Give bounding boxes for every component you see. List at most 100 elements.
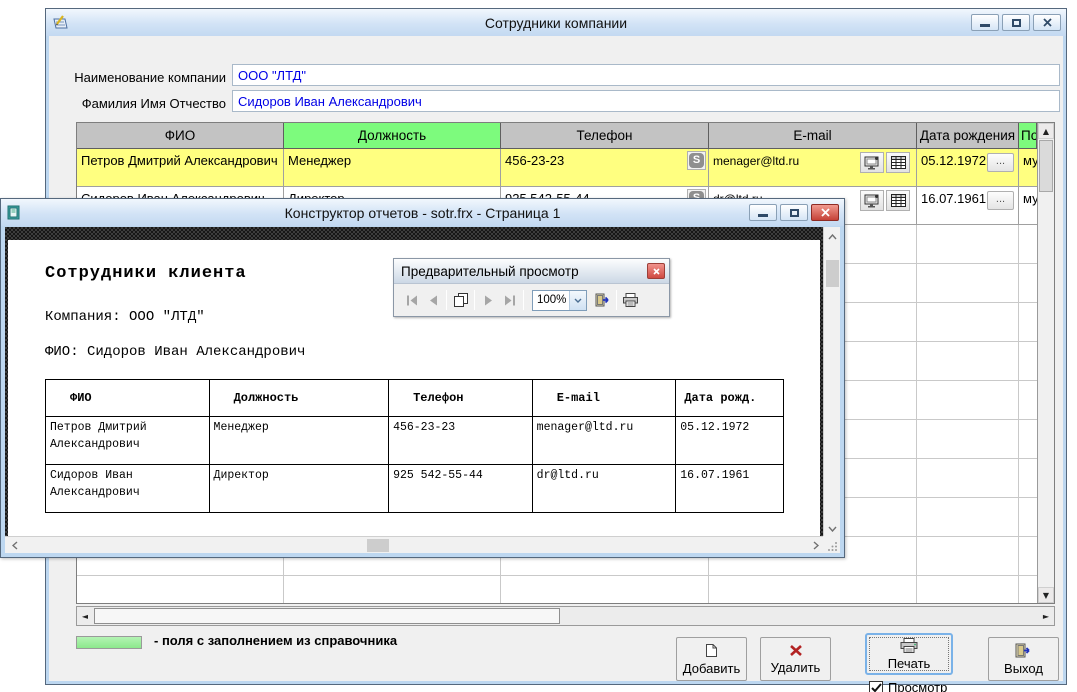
next-page-button[interactable]: [478, 289, 499, 311]
report-col-phone: Телефон: [389, 380, 533, 416]
scroll-right-button[interactable]: [808, 537, 823, 553]
scroll-left-button[interactable]: ◄: [77, 607, 93, 625]
report-minimize-button[interactable]: [749, 204, 777, 221]
maximize-button[interactable]: [1002, 14, 1030, 31]
col-header-gender[interactable]: Пол: [1019, 123, 1037, 149]
last-page-button[interactable]: [499, 289, 520, 311]
scroll-left-button[interactable]: [7, 537, 22, 553]
prev-page-button[interactable]: [422, 289, 443, 311]
copy-pages-button[interactable]: [450, 289, 471, 311]
last-page-icon: [504, 295, 516, 306]
horizontal-scroll-thumb[interactable]: [367, 539, 389, 552]
birthdate-value: 05.12.1972: [921, 153, 986, 168]
notebook-icon: [6, 205, 21, 220]
scroll-down-button[interactable]: ▼: [1038, 587, 1054, 603]
grid-horizontal-scrollbar[interactable]: ◄ ►: [76, 606, 1055, 626]
preview-toolbar: 100%: [394, 284, 669, 316]
preview-toolbar-window: Предварительный просмотр 100%: [393, 258, 670, 317]
gender-cell[interactable]: муж: [1019, 149, 1037, 187]
print-report-button[interactable]: [620, 289, 641, 311]
skype-icon: S: [689, 153, 704, 168]
employee-row[interactable]: Петров Дмитрий Александрович Менеджер 45…: [77, 149, 1054, 187]
preview-toolbar-titlebar[interactable]: Предварительный просмотр: [394, 259, 669, 284]
notepad-pen-icon: [51, 15, 70, 31]
report-cell: dr@ltd.ru: [533, 464, 677, 512]
exit-door-icon: [595, 293, 610, 307]
skype-call-button[interactable]: S: [687, 151, 706, 170]
close-preview-button[interactable]: [592, 289, 613, 311]
horizontal-scroll-thumb[interactable]: [94, 608, 560, 624]
position-cell[interactable]: Менеджер: [284, 149, 501, 187]
first-page-button[interactable]: [401, 289, 422, 311]
grid-header-row: ФИО Должность Телефон E-mail Дата рожден…: [77, 123, 1054, 149]
minimize-button[interactable]: [971, 14, 999, 31]
close-button[interactable]: [1033, 14, 1061, 31]
report-cell: 16.07.1961: [676, 464, 783, 512]
phone-cell[interactable]: 456-23-23 S: [501, 149, 709, 187]
person-name-input[interactable]: [232, 90, 1060, 112]
report-table-header-row: ФИО Должность Телефон E-mail Дата рожд.: [46, 380, 783, 416]
minimize-icon: [980, 24, 990, 27]
print-button[interactable]: Печать: [865, 633, 953, 675]
report-cell: Сидоров Иван Александрович: [46, 464, 210, 512]
send-email-button[interactable]: [860, 152, 884, 173]
preview-checkbox[interactable]: [869, 681, 883, 692]
monitor-icon: [864, 156, 880, 170]
col-header-position[interactable]: Должность: [284, 123, 501, 149]
report-maximize-button[interactable]: [780, 204, 808, 221]
add-button-label: Добавить: [683, 661, 740, 676]
delete-button[interactable]: Удалить: [760, 637, 831, 681]
printer-icon: [899, 638, 919, 653]
col-header-birthdate[interactable]: Дата рождения: [917, 123, 1019, 149]
scroll-up-button[interactable]: ▲: [1038, 123, 1054, 139]
report-table-row: Сидоров Иван Александрович Директор 925 …: [46, 464, 783, 512]
email-cell[interactable]: menager@ltd.ru: [709, 149, 917, 187]
report-close-button[interactable]: [811, 204, 839, 221]
send-email-button[interactable]: [860, 190, 884, 211]
preview-checkbox-label[interactable]: Просмотр: [888, 680, 947, 692]
email-list-button[interactable]: [886, 190, 910, 211]
close-icon: [1043, 18, 1052, 27]
exit-button[interactable]: Выход: [988, 637, 1059, 681]
preview-close-button[interactable]: [647, 263, 665, 279]
col-header-fio[interactable]: ФИО: [77, 123, 284, 149]
report-cell: Директор: [210, 464, 390, 512]
toolbar-separator: [474, 290, 475, 310]
zoom-combobox[interactable]: 100%: [532, 290, 587, 311]
table-grid-icon: [891, 156, 906, 169]
grid-vertical-scrollbar[interactable]: ▲ ▼: [1037, 123, 1054, 603]
preview-checkbox-row: Просмотр: [869, 680, 947, 692]
col-header-email[interactable]: E-mail: [709, 123, 917, 149]
exit-button-label: Выход: [1004, 661, 1043, 676]
email-list-button[interactable]: [886, 152, 910, 173]
company-name-input[interactable]: [232, 64, 1060, 86]
birthdate-cell[interactable]: 16.07.1961 ...: [917, 187, 1019, 225]
gender-cell[interactable]: муж: [1019, 187, 1037, 225]
report-vertical-scrollbar[interactable]: [823, 227, 840, 538]
report-cell: Менеджер: [210, 416, 390, 464]
scroll-down-button[interactable]: [824, 521, 840, 536]
add-button[interactable]: Добавить: [676, 637, 747, 681]
birthdate-ellipsis-button[interactable]: ...: [987, 191, 1014, 210]
col-header-phone[interactable]: Телефон: [501, 123, 709, 149]
fio-cell[interactable]: Петров Дмитрий Александрович: [77, 149, 284, 187]
phone-value: 456-23-23: [505, 153, 564, 168]
report-titlebar[interactable]: Конструктор отчетов - sotr.frx - Страниц…: [1, 199, 844, 226]
next-page-icon: [484, 295, 494, 306]
scroll-up-button[interactable]: [824, 229, 840, 244]
resize-grip[interactable]: [823, 536, 840, 553]
scroll-right-button[interactable]: ►: [1038, 607, 1054, 625]
employees-titlebar[interactable]: Сотрудники компании: [46, 9, 1066, 36]
report-cell: 925 542-55-44: [389, 464, 533, 512]
close-icon: [653, 268, 660, 275]
zoom-dropdown-button[interactable]: [569, 291, 586, 310]
report-table-row: Петров Дмитрий Александрович Менеджер 45…: [46, 416, 783, 464]
vertical-scroll-thumb[interactable]: [1039, 140, 1053, 192]
report-window-title: Конструктор отчетов - sotr.frx - Страниц…: [1, 205, 844, 221]
vertical-scroll-thumb[interactable]: [826, 260, 839, 287]
birthdate-ellipsis-button[interactable]: ...: [987, 153, 1014, 172]
print-button-label: Печать: [888, 656, 931, 671]
first-page-icon: [406, 295, 418, 306]
birthdate-cell[interactable]: 05.12.1972 ...: [917, 149, 1019, 187]
report-horizontal-scrollbar[interactable]: [5, 536, 825, 553]
